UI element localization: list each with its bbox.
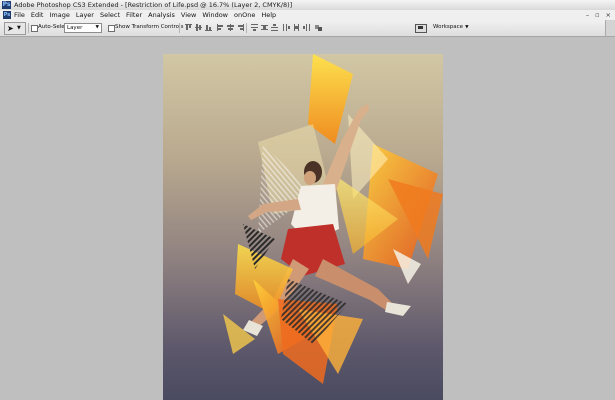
menu-view[interactable]: View: [181, 11, 196, 19]
menu-window[interactable]: Window: [202, 11, 228, 19]
workspace-menu-button[interactable]: Workspace ▼: [433, 24, 469, 30]
distribute-vertical-centers-icon[interactable]: [261, 24, 268, 31]
show-transform-checkbox[interactable]: [108, 25, 115, 32]
photoshop-logo-icon: Ps: [2, 1, 11, 9]
distribute-top-edges-icon[interactable]: [251, 24, 258, 31]
distribute-horizontal-centers-icon[interactable]: [293, 24, 300, 31]
menu-file[interactable]: File: [14, 11, 25, 19]
show-transform-label: Show Transform Controls: [115, 24, 184, 30]
document-window-controls: – ▫ ×: [586, 11, 611, 19]
distribute-left-edges-icon[interactable]: [283, 24, 290, 31]
distribute-right-edges-icon[interactable]: [303, 24, 310, 31]
minimize-icon[interactable]: –: [586, 11, 589, 19]
auto-select-value: Layer: [67, 25, 83, 31]
align-horizontal-centers-icon[interactable]: [227, 24, 234, 31]
window-title: Adobe Photoshop CS3 Extended - [Restrict…: [14, 1, 293, 9]
distribute-bottom-edges-icon[interactable]: [271, 24, 278, 31]
restore-icon[interactable]: ▫: [595, 11, 599, 19]
menu-edit[interactable]: Edit: [31, 11, 44, 19]
document-canvas[interactable]: [163, 54, 443, 400]
align-top-edges-icon[interactable]: [185, 24, 192, 31]
move-tool-icon: ➤: [7, 24, 14, 33]
options-bar: ➤ ▼ Auto-Select: Layer ▼ Show Transform …: [0, 20, 615, 37]
close-icon[interactable]: ×: [606, 11, 611, 19]
menu-select[interactable]: Select: [100, 11, 120, 19]
options-divider: [28, 23, 29, 33]
artwork-illustration: [223, 54, 443, 384]
chevron-down-icon: ▼: [95, 25, 99, 30]
workspace-switcher-icon[interactable]: [415, 24, 427, 33]
menu-layer[interactable]: Layer: [76, 11, 94, 19]
menu-onone[interactable]: onOne: [234, 11, 255, 19]
tool-preset-picker[interactable]: ➤ ▼: [4, 22, 26, 35]
chevron-down-icon: ▼: [17, 25, 21, 31]
workspace-label: Workspace: [433, 24, 464, 30]
panel-well: [605, 20, 615, 36]
align-right-edges-icon[interactable]: [237, 24, 244, 31]
auto-select-dropdown[interactable]: Layer ▼: [64, 23, 102, 33]
align-vertical-centers-icon[interactable]: [195, 24, 202, 31]
chevron-down-icon: ▼: [465, 25, 469, 30]
menu-help[interactable]: Help: [261, 11, 276, 19]
menu-analysis[interactable]: Analysis: [148, 11, 175, 19]
menu-image[interactable]: Image: [49, 11, 69, 19]
menu-filter[interactable]: Filter: [126, 11, 142, 19]
options-divider: [179, 23, 180, 33]
auto-align-layers-icon[interactable]: [315, 24, 322, 31]
options-divider: [246, 23, 247, 33]
menu-list: File Edit Image Layer Select Filter Anal…: [14, 11, 276, 19]
align-left-edges-icon[interactable]: [217, 24, 224, 31]
align-bottom-edges-icon[interactable]: [205, 24, 212, 31]
document-control-icon[interactable]: Ps: [3, 11, 11, 19]
auto-select-checkbox[interactable]: [31, 25, 38, 32]
